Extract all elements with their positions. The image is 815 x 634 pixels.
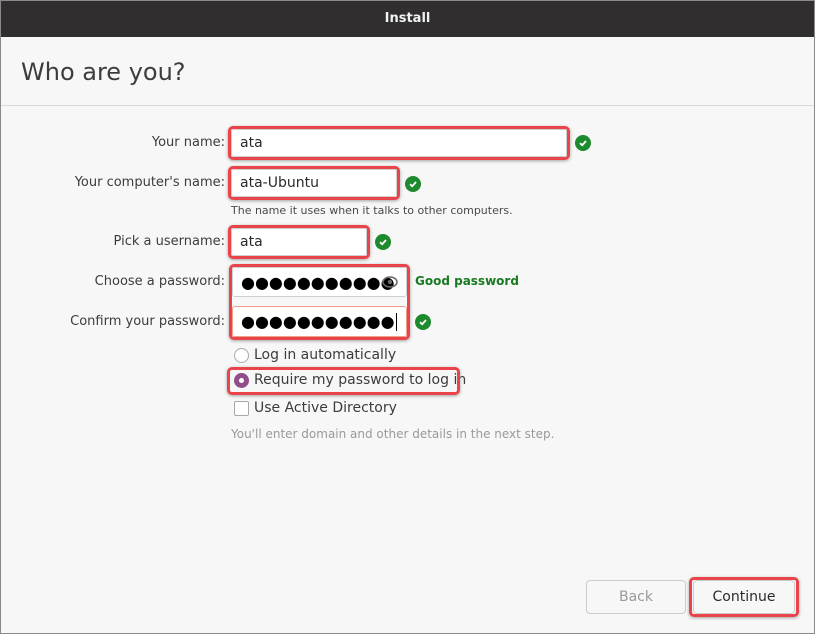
valid-check-icon [575,135,591,151]
computer-name-label: Your computer's name: [74,175,225,190]
username-input[interactable]: ata [231,228,367,256]
valid-check-icon [375,234,391,250]
login-automatically-radio[interactable]: Log in automatically [234,347,396,363]
computer-name-value: ata-Ubuntu [240,175,319,191]
text-cursor [395,312,397,331]
header-divider [1,105,814,106]
radio-icon [234,347,249,363]
confirm-password-input[interactable]: ●●●●●●●●●●● [232,306,407,337]
option-label: Require my password to log in [254,372,467,388]
window-title: Install [1,1,814,37]
radio-selected-icon [234,372,249,388]
eye-icon[interactable] [382,276,398,288]
password-label: Choose a password: [94,274,225,289]
username-label: Pick a username: [113,234,225,249]
your-name-value: ata [240,135,263,151]
computer-name-hint: The name it uses when it talks to other … [231,204,513,217]
active-directory-checkbox[interactable]: Use Active Directory [234,400,397,416]
back-button[interactable]: Back [586,580,686,614]
computer-name-input[interactable]: ata-Ubuntu [231,169,397,197]
page-title: Who are you? [21,58,186,86]
your-name-input[interactable]: ata [231,129,567,157]
username-value: ata [240,234,263,250]
checkbox-icon [234,400,249,416]
valid-check-icon [415,314,431,330]
valid-check-icon [405,176,421,192]
confirm-password-value: ●●●●●●●●●●● [241,312,395,331]
installer-window: Install Who are you? Your name: ata Your… [0,0,815,634]
confirm-password-label: Confirm your password: [70,314,225,329]
option-label: Use Active Directory [254,400,397,416]
continue-button[interactable]: Continue [693,580,795,614]
your-name-label: Your name: [151,135,225,150]
password-input[interactable]: ●●●●●●●●●●● [232,267,407,297]
password-strength: Good password [415,274,519,288]
password-value: ●●●●●●●●●●● [241,272,395,292]
active-directory-hint: You'll enter domain and other details in… [231,427,555,441]
option-label: Log in automatically [254,347,397,363]
require-password-radio[interactable]: Require my password to log in [234,372,466,388]
